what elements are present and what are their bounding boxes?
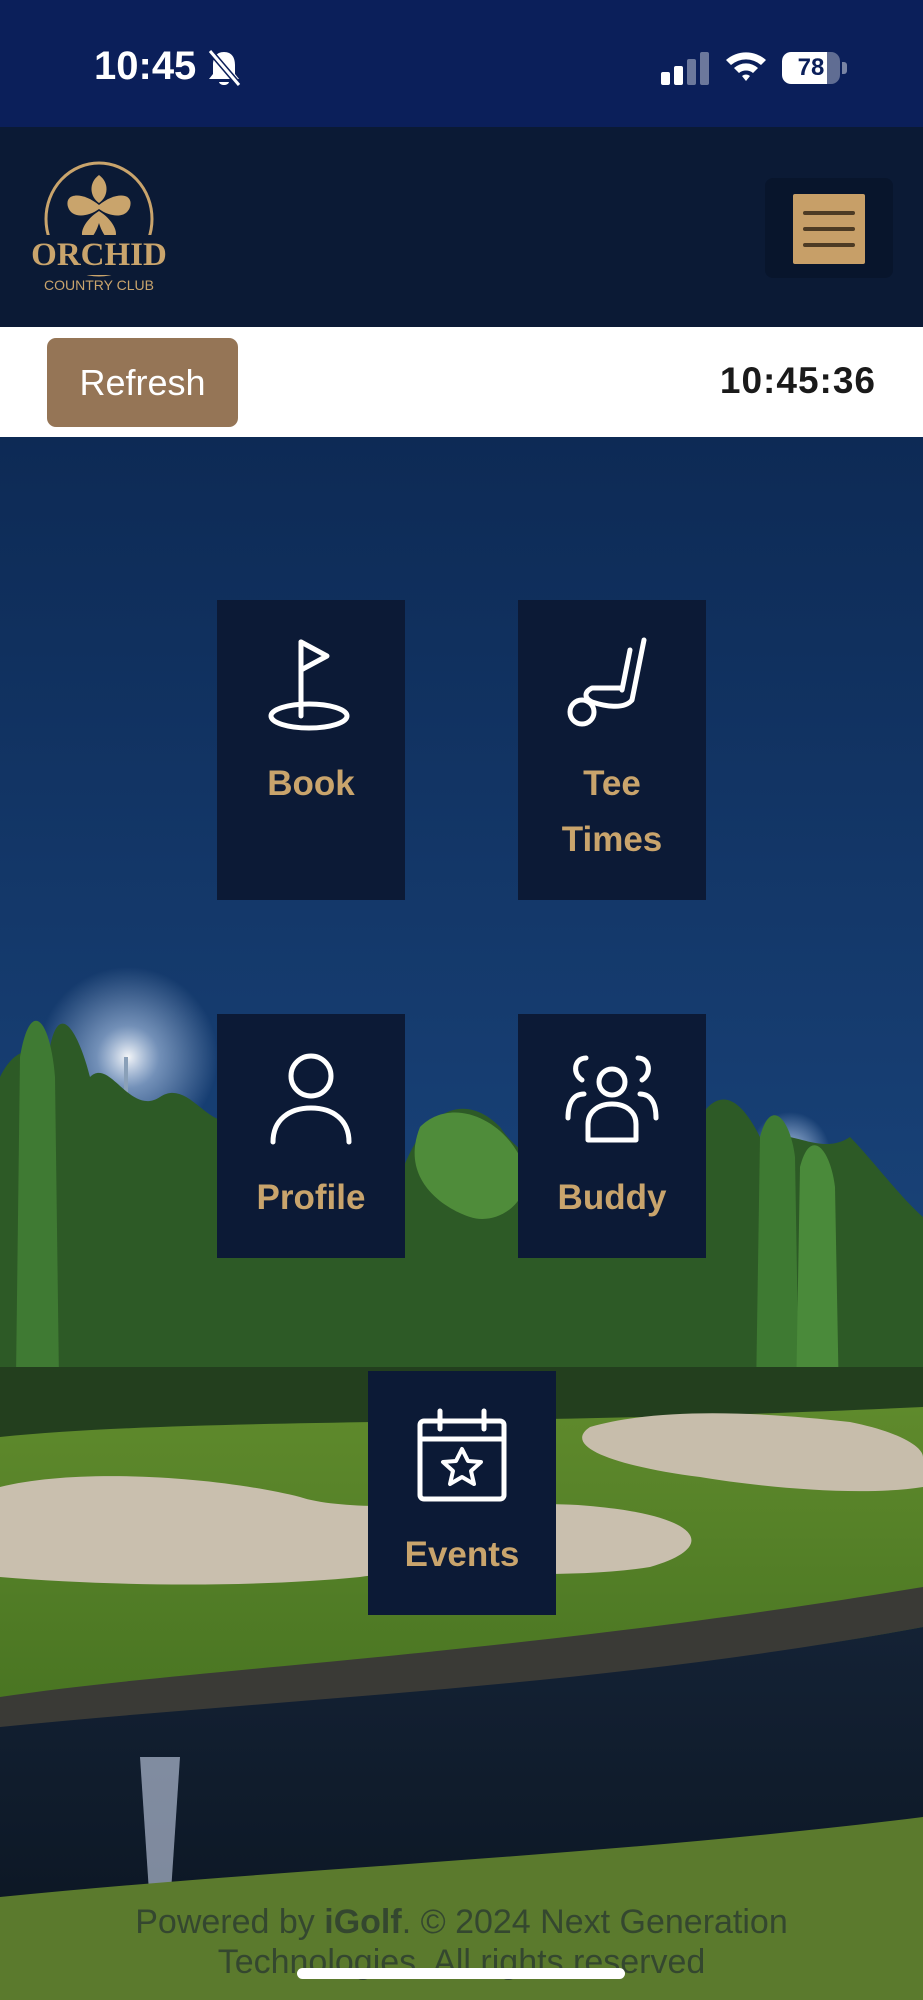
logo-wordmark: ORCHID [31, 237, 167, 273]
golf-course-scene [0, 437, 923, 2000]
calendar-star-icon [417, 1408, 507, 1502]
status-time: 10:45 [94, 44, 197, 88]
menu-line [803, 243, 855, 247]
battery-cap [842, 62, 847, 74]
menu-line [803, 227, 855, 231]
golf-club-icon [567, 637, 647, 727]
footer-suffix: . © 2024 Next Generation [401, 1903, 788, 1941]
footer-prefix: Powered by [135, 1903, 325, 1941]
menu-line [803, 211, 855, 215]
status-bar: 10:45 78 [0, 0, 923, 127]
bell-slash-icon [207, 49, 242, 87]
tile-label: Tee Times [562, 756, 663, 868]
tile-profile[interactable]: Profile [217, 1014, 405, 1258]
golf-flag-icon [268, 639, 350, 731]
menu-button-container [765, 178, 893, 278]
tile-label: Book [267, 764, 355, 803]
cellular-signal-icon [661, 52, 709, 85]
app-header: ORCHID COUNTRY CLUB [0, 127, 923, 327]
refresh-button[interactable]: Refresh [47, 338, 238, 427]
wifi-icon [726, 52, 766, 81]
logo-subtitle: COUNTRY CLUB [44, 277, 154, 293]
home-indicator[interactable] [297, 1968, 625, 1979]
battery-percentage: 78 [797, 54, 825, 81]
tile-events[interactable]: Events [368, 1371, 556, 1615]
tile-label: Buddy [557, 1178, 667, 1217]
tile-label: Profile [256, 1178, 366, 1217]
tile-book[interactable]: Book [217, 600, 405, 900]
battery-icon: 78 [782, 52, 840, 84]
current-time-clock: 10:45:36 [719, 360, 876, 401]
hamburger-menu-button[interactable] [793, 194, 865, 264]
tile-tee-times[interactable]: Tee Times [518, 600, 706, 900]
refresh-bar: Refresh 10:45:36 [0, 327, 923, 439]
tile-label-line2: Times [561, 820, 663, 859]
background-golf-course-image [0, 437, 923, 2000]
user-icon [270, 1053, 352, 1145]
tile-buddy[interactable]: Buddy [518, 1014, 706, 1258]
orchid-country-club-logo[interactable]: ORCHID COUNTRY CLUB [26, 161, 172, 301]
tile-label-line1: Tee [583, 764, 641, 803]
tile-label: Events [404, 1535, 520, 1574]
footer-brand-link[interactable]: iGolf [324, 1903, 401, 1941]
users-group-icon [565, 1055, 659, 1143]
